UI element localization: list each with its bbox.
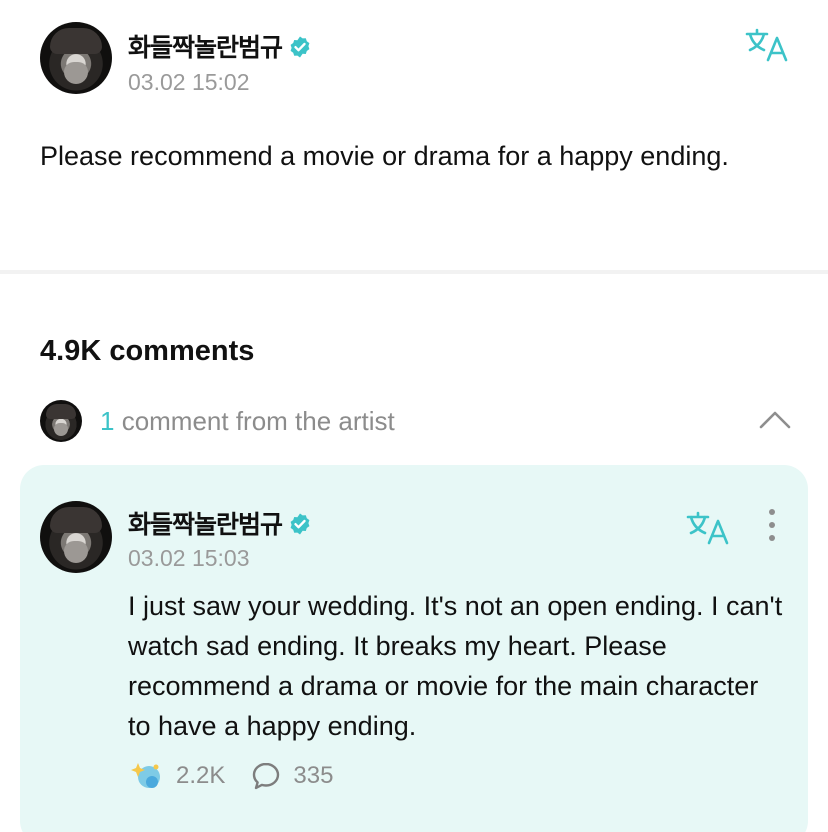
- comment-reactions: 2.2K 335: [128, 759, 359, 793]
- author-avatar[interactable]: [40, 22, 112, 94]
- post-header: 화들짝놀란범규 03.02 15:02: [40, 22, 800, 102]
- post-timestamp: 03.02 15:02: [128, 69, 250, 95]
- artist-comment-card: 화들짝놀란범규 03.02 15:03 I just saw your wedd…: [20, 465, 808, 832]
- section-divider: [0, 270, 828, 274]
- comment-author-name[interactable]: 화들짝놀란범규: [128, 510, 283, 539]
- artist-comment-count: 1: [100, 406, 115, 436]
- comment-author-avatar[interactable]: [40, 501, 112, 573]
- speech-bubble-icon[interactable]: [251, 761, 281, 791]
- sparkle-reaction-icon[interactable]: [128, 760, 164, 792]
- post-text: Please recommend a movie or drama for a …: [40, 141, 729, 171]
- artist-comments-label[interactable]: 1 comment from the artist: [100, 406, 395, 437]
- like-count: 2.2K: [176, 762, 226, 789]
- more-options-icon[interactable]: [764, 509, 780, 545]
- artist-comment-text: comment from the artist: [114, 406, 395, 436]
- artist-comments-toggle[interactable]: 1 comment from the artist: [40, 400, 800, 444]
- artist-avatar-small: [40, 400, 82, 442]
- reply-count: 335: [293, 762, 334, 789]
- comment-timestamp: 03.02 15:03: [128, 545, 250, 571]
- verified-badge-icon: [290, 513, 310, 535]
- verified-badge-icon: [290, 36, 310, 58]
- translate-icon[interactable]: [744, 26, 792, 64]
- comment-author-row[interactable]: 화들짝놀란범규: [128, 505, 312, 541]
- translate-icon[interactable]: [685, 509, 733, 547]
- author-name-row[interactable]: 화들짝놀란범규: [128, 28, 312, 64]
- chevron-up-icon[interactable]: [758, 408, 792, 430]
- comment-text: I just saw your wedding. It's not an ope…: [128, 591, 783, 741]
- author-name[interactable]: 화들짝놀란범규: [128, 33, 283, 62]
- comments-count: 4.9K comments: [40, 335, 255, 367]
